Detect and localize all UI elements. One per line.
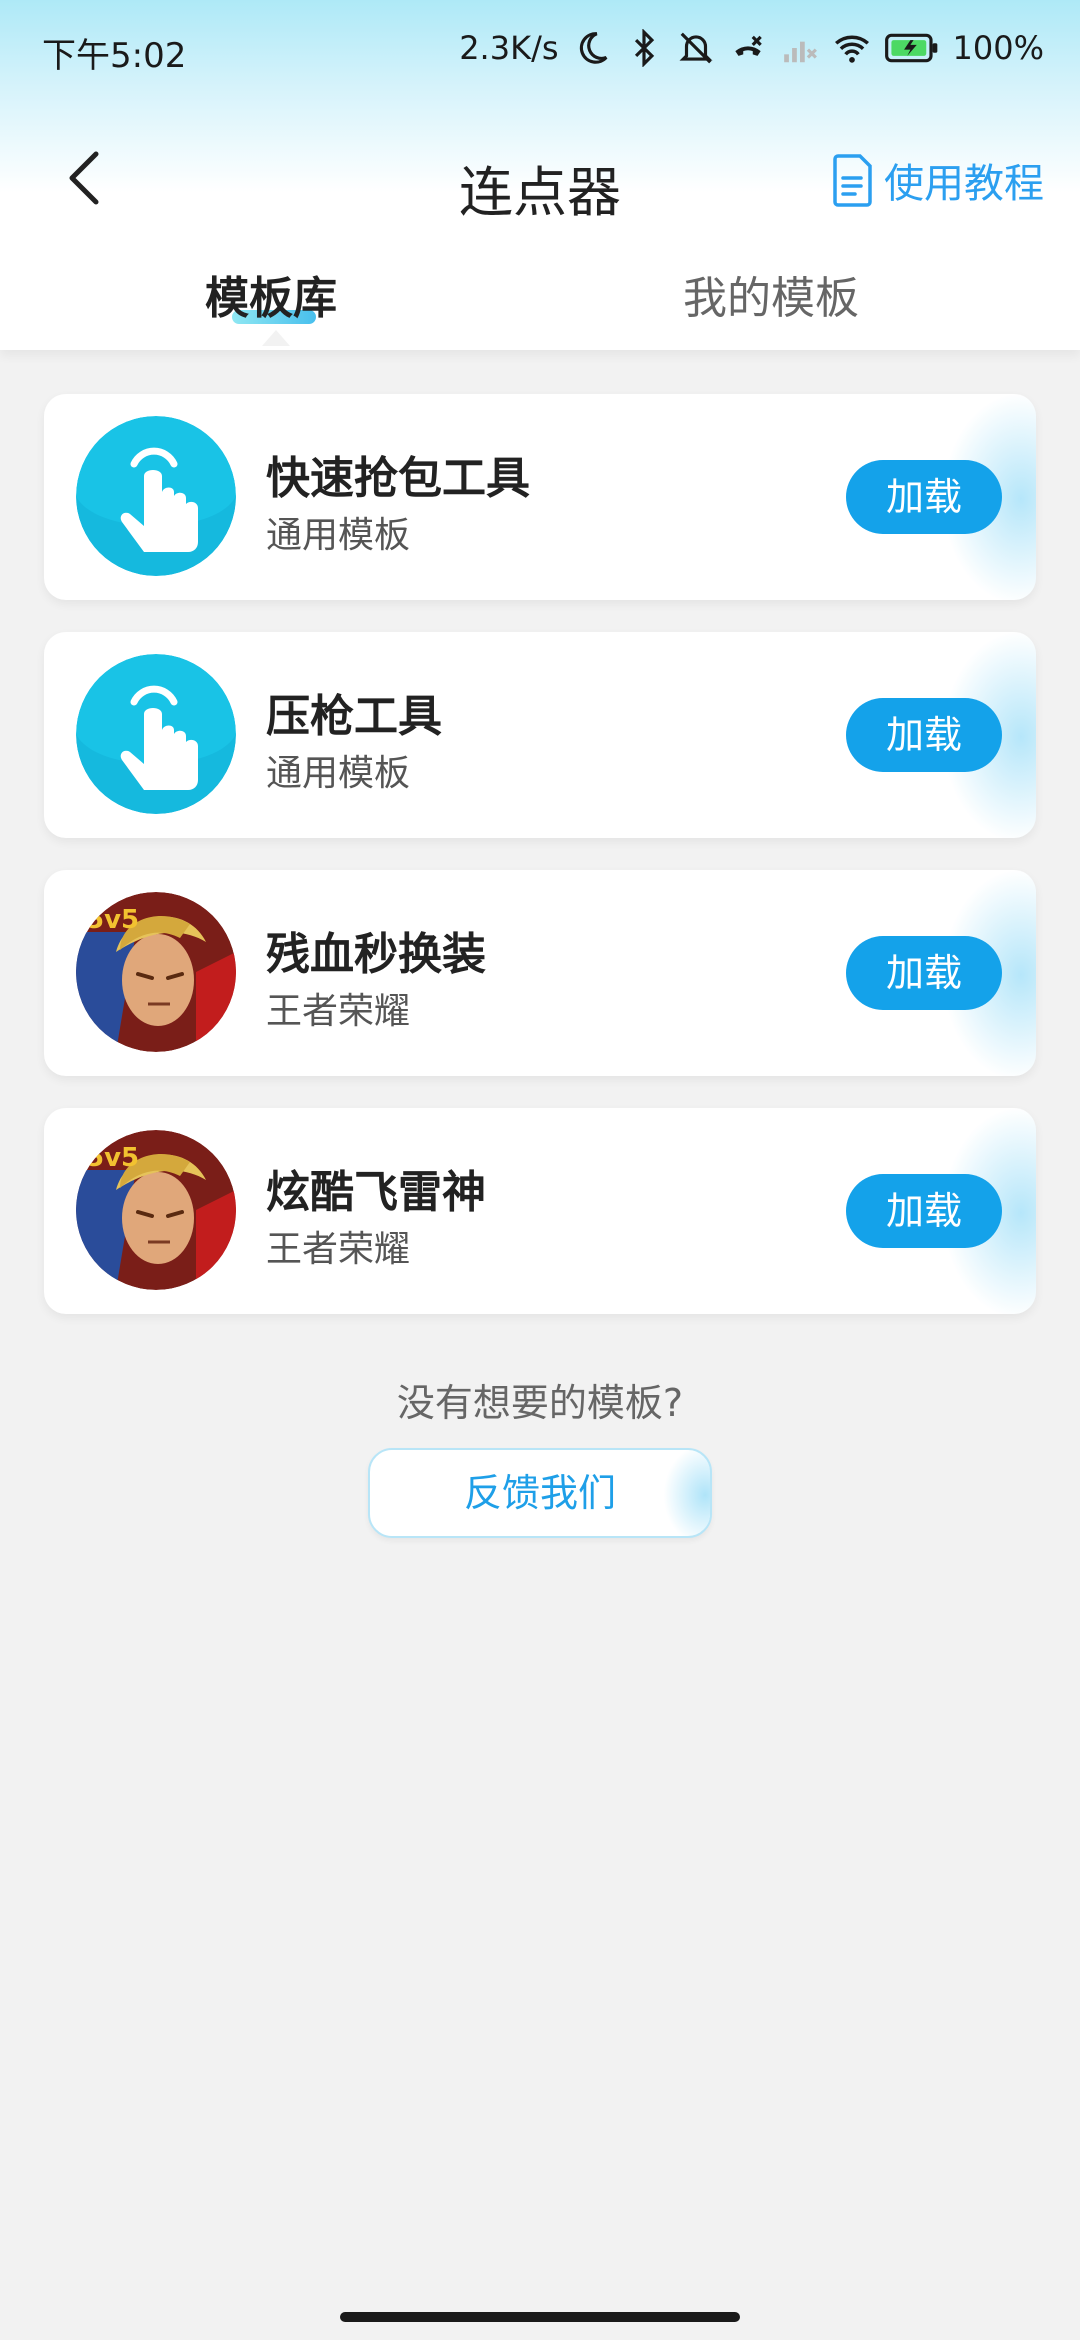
tap-hand-icon [76, 416, 236, 576]
card-subtitle: 王者荣耀 [266, 991, 411, 1032]
card-subtitle: 通用模板 [266, 753, 411, 794]
status-time: 下午5:02 [42, 36, 187, 76]
game-avatar-icon: 5v5 [76, 892, 236, 1052]
card-title: 压枪工具 [266, 691, 442, 742]
document-icon [833, 154, 872, 207]
load-button[interactable]: 加载 [846, 698, 1002, 772]
feedback-glow [660, 1450, 710, 1536]
battery-percent: 100% [952, 29, 1044, 67]
tap-hand-icon [76, 654, 236, 814]
card-title: 快速抢包工具 [266, 453, 530, 504]
tutorial-label: 使用教程 [884, 161, 1044, 207]
tutorial-link[interactable]: 使用教程 [830, 150, 1044, 210]
signal-icon [783, 41, 817, 63]
home-indicator[interactable] [340, 2312, 740, 2322]
tab-bar: 模板库 我的模板 [0, 262, 1080, 342]
network-speed: 2.3K/s [459, 29, 559, 67]
app-root: 下午5:02 2.3K/s 100% 连点器 使用教程 模板库 我的模板 快速抢… [0, 0, 1080, 2340]
svg-text:5v5: 5v5 [86, 1143, 139, 1173]
battery-icon [884, 33, 937, 63]
status-indicators: 2.3K/s 100% [459, 24, 1044, 72]
card-subtitle: 王者荣耀 [266, 1229, 411, 1270]
header: 下午5:02 2.3K/s 100% 连点器 使用教程 模板库 我的模板 [0, 0, 1080, 350]
template-card[interactable]: 快速抢包工具 通用模板 加载 [44, 394, 1036, 600]
tab-my-templates[interactable]: 我的模板 [683, 262, 859, 326]
template-card[interactable]: 压枪工具 通用模板 加载 [44, 632, 1036, 838]
card-title: 炫酷飞雷神 [266, 1167, 486, 1218]
tab-template-library[interactable]: 模板库 [205, 262, 337, 326]
load-button[interactable]: 加载 [846, 460, 1002, 534]
card-title: 残血秒换装 [266, 929, 486, 980]
bluetooth-icon [634, 29, 654, 67]
template-card[interactable]: 5v5 残血秒换装 王者荣耀 加载 [44, 870, 1036, 1076]
status-bar: 下午5:02 2.3K/s 100% [0, 0, 1080, 100]
tab-caret-indicator [262, 330, 290, 346]
template-card[interactable]: 5v5 炫酷飞雷神 王者荣耀 加载 [44, 1108, 1036, 1314]
moon-icon [579, 32, 607, 64]
load-button[interactable]: 加载 [846, 1174, 1002, 1248]
card-subtitle: 通用模板 [266, 515, 411, 556]
wifi-icon [834, 35, 869, 63]
feedback-label: 反馈我们 [463, 1471, 616, 1515]
no-template-prompt: 没有想要的模板? [396, 1381, 684, 1425]
call-icon [734, 35, 762, 56]
load-button[interactable]: 加载 [846, 936, 1002, 1010]
feedback-button[interactable]: 反馈我们 [368, 1448, 712, 1538]
mute-icon [679, 32, 713, 64]
game-avatar-icon: 5v5 [76, 1130, 236, 1290]
svg-text:5v5: 5v5 [86, 905, 139, 935]
